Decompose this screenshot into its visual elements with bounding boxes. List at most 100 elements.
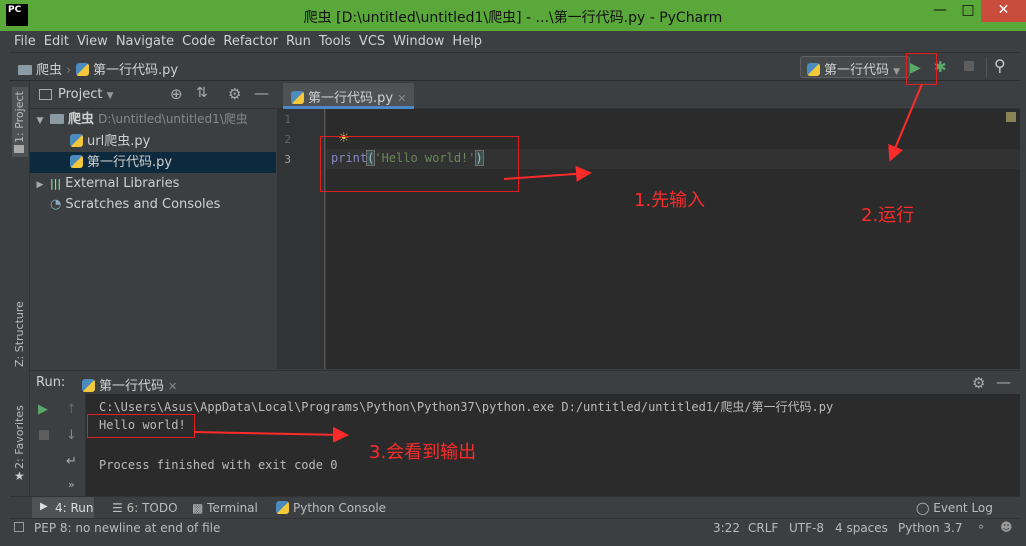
run-toolbar: ▶ ↑ ↓ ↵ » [30,394,86,496]
run-icon: ▶ [40,501,48,512]
indent-setting[interactable]: 4 spaces [835,521,888,535]
tab-todo[interactable]: ☰ 6: TODO [112,501,178,515]
tree-root-folder[interactable]: ▼ 爬虫 D:\untitled\untitled1\爬虫 [30,109,276,130]
title-bar: PC 爬虫 [D:\untitled\untitled1\爬虫] - ...\第… [0,0,1026,31]
python-console-icon [276,501,289,514]
window-title: 爬虫 [D:\untitled\untitled1\爬虫] - ...\第一行代… [303,10,723,26]
close-tab-icon[interactable]: ✕ [168,380,177,393]
annotation-box-output [87,414,195,438]
close-tab-icon[interactable]: ✕ [397,92,406,105]
menu-tools[interactable]: Tools [315,31,355,49]
console-command: C:\Users\Asus\AppData\Local\Programs\Pyt… [99,400,834,414]
run-label: Run: [36,375,66,390]
menu-edit[interactable]: Edit [40,31,73,49]
annotation-step3: 3.会看到输出 [369,442,477,463]
run-config-select[interactable]: 第一行代码 ▼ [800,56,910,78]
editor-gutter: 1 2 3 [277,109,325,369]
menu-view[interactable]: View [73,31,112,49]
python-file-icon [76,63,89,76]
up-arrow-icon[interactable]: ↑ [66,402,77,417]
search-icon[interactable]: ⚲ [994,56,1006,75]
locate-file-icon[interactable]: ⊕ [170,85,183,103]
hide-panel-icon[interactable]: — [254,84,269,102]
close-icon[interactable]: ✕ [981,0,1026,22]
favorites-stripe-label[interactable]: 2: Favorites [13,405,26,469]
maximize-icon[interactable]: □ [954,0,982,22]
project-tree: ▼ 爬虫 D:\untitled\untitled1\爬虫 url爬虫.py 第一… [30,109,276,369]
project-view-icon [39,89,52,100]
console-output[interactable]: C:\Users\Asus\AppData\Local\Programs\Pyt… [86,394,1020,496]
terminal-icon: ▩ [192,501,208,515]
expand-arrow-icon: ▶ [36,180,44,190]
editor-tab[interactable]: 第一行代码.py ✕ [283,83,415,109]
toolbar-divider [986,57,987,77]
menu-file[interactable]: File [10,31,40,49]
hide-panel-icon[interactable]: — [996,373,1011,391]
project-stripe-label: 1: Project [13,91,26,143]
stop-icon[interactable] [39,430,49,440]
run-panel-header: Run: 第一行代码 ✕ ⚙ — [30,370,1020,394]
folder-icon [50,114,64,124]
chevron-down-icon: ▼ [106,91,114,101]
tab-run[interactable]: 4: Run [55,501,94,515]
bottom-tool-strip: ▶ 4: Run ☰ 6: TODO ▩ Terminal Python Con… [10,496,1020,519]
folder-icon [14,145,24,153]
python-file-icon [807,63,820,76]
breadcrumb-project[interactable]: 爬虫 › [18,59,71,78]
tree-scratches[interactable]: ◔ Scratches and Consoles [30,194,276,215]
down-arrow-icon[interactable]: ↓ [66,428,77,443]
star-icon: ★ [14,469,25,483]
annotation-step2: 2.运行 [861,205,915,226]
left-tool-stripe: 1: Project Z: Structure 2: Favorites ★ [10,81,30,496]
tab-event-log[interactable]: ◯ Event Log [916,501,993,515]
menu-help[interactable]: Help [448,31,486,49]
scratches-icon: ◔ [50,197,62,212]
annotation-box-run [906,53,937,85]
tree-external-libraries[interactable]: ▶ ||| External Libraries [30,173,276,194]
menu-run[interactable]: Run [282,31,315,49]
file-encoding[interactable]: UTF-8 [789,521,824,535]
gear-icon[interactable]: ⚙ [228,85,241,103]
gear-icon[interactable]: ⚙ [972,374,985,392]
project-view-select[interactable]: Project ▼ [58,87,114,102]
line-number: 3 [284,153,291,166]
console-exit-line: Process finished with exit code 0 [99,458,338,472]
lock-icon[interactable]: ⚬ [976,520,986,534]
structure-stripe-label[interactable]: Z: Structure [13,301,26,367]
inspector-icon[interactable]: ☻ [1000,520,1013,534]
folder-icon [18,65,32,75]
tab-terminal[interactable]: ▩ Terminal [192,501,258,515]
stop-icon[interactable] [964,61,974,71]
tree-item-file-selected[interactable]: 第一行代码.py [30,152,276,173]
caret-position[interactable]: 3:22 [713,521,740,535]
python-file-icon [82,379,95,392]
status-bar: PEP 8: no newline at end of file 3:22 CR… [10,518,1020,538]
collapse-all-icon[interactable]: ⇅ [196,85,208,101]
minimize-icon[interactable]: — [926,0,954,22]
soft-wrap-icon[interactable]: ↵ [66,454,77,469]
menu-code[interactable]: Code [178,31,219,49]
menu-window[interactable]: Window [389,31,448,49]
interpreter[interactable]: Python 3.7 [898,521,963,535]
menu-refactor[interactable]: Refactor [219,31,282,49]
rerun-icon[interactable]: ▶ [38,402,48,417]
tree-item-file[interactable]: url爬虫.py [30,131,276,152]
tab-python-console[interactable]: Python Console [276,501,386,515]
run-config-tab[interactable]: 第一行代码 ✕ [82,375,177,394]
python-file-icon [70,155,83,168]
python-file-icon [291,91,304,104]
line-number: 2 [284,133,291,146]
line-separator[interactable]: CRLF [748,521,778,535]
annotation-step1: 1.先输入 [634,190,706,211]
event-log-icon: ◯ [916,501,934,515]
menu-bar: File Edit View Navigate Code Refactor Run Tools… [10,31,1020,53]
list-icon: ☰ [112,501,127,515]
menu-navigate[interactable]: Navigate [112,31,178,49]
more-icon[interactable]: » [68,478,75,491]
tool-windows-icon[interactable] [14,522,24,532]
menu-vcs[interactable]: VCS [355,31,389,49]
chevron-down-icon: ▼ [893,67,901,77]
status-message: PEP 8: no newline at end of file [34,521,221,535]
breadcrumb-file[interactable]: 第一行代码.py [76,59,178,78]
inspection-marker-icon[interactable] [1006,112,1016,122]
